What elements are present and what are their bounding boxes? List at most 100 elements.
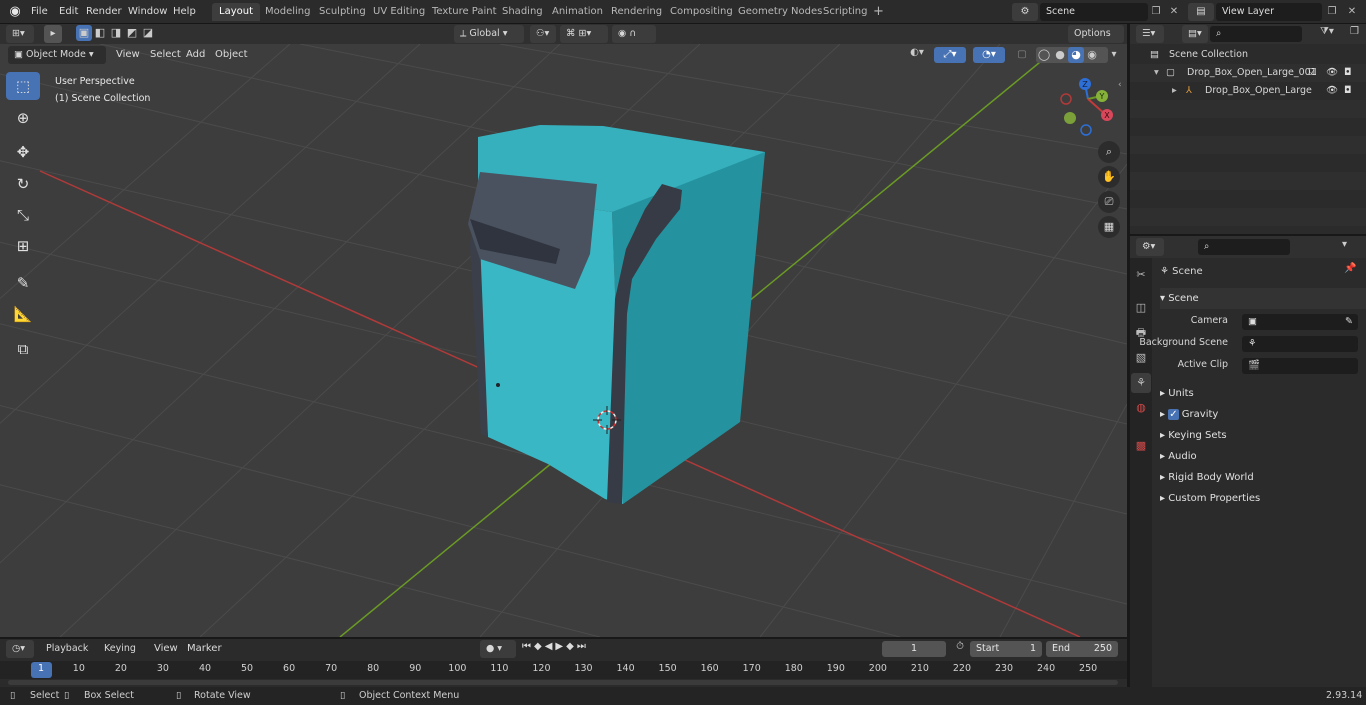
timeline-editor-type-icon[interactable]: ◷▾ [6, 640, 34, 658]
camera-render-icon[interactable]: ◘ [1344, 82, 1352, 100]
delete-view-layer-icon[interactable]: ✕ [1344, 3, 1360, 21]
select-invert-icon[interactable]: ◩ [124, 25, 140, 41]
sidebar-toggle-icon[interactable]: ‹ [1118, 80, 1127, 94]
custom-properties-panel-header[interactable]: ▸ Custom Properties [1160, 488, 1366, 509]
jump-start-icon[interactable]: ⏮ [522, 641, 534, 652]
rotate-tool-icon[interactable]: ↻ [6, 170, 40, 198]
current-frame-field[interactable]: 1 [882, 641, 946, 657]
texture-tab-icon[interactable]: ▩ [1131, 436, 1151, 456]
viewport-menu-view[interactable]: View [110, 44, 146, 66]
world-tab-icon[interactable]: ◍ [1131, 398, 1151, 418]
tab-animation[interactable]: Animation [545, 3, 610, 21]
keying-menu[interactable]: Keying ▾ [98, 640, 146, 672]
blender-logo-icon[interactable]: ◉ [6, 4, 24, 20]
tab-texture-paint[interactable]: Texture Paint [425, 3, 504, 21]
menu-help[interactable]: Help [167, 0, 202, 23]
wireframe-shading-icon[interactable]: ◯ [1036, 47, 1052, 63]
active-clip-field[interactable]: 🎬 [1242, 358, 1358, 374]
scene-selector-icon[interactable]: ⚙ [1012, 3, 1038, 21]
add-workspace-button[interactable]: + [866, 3, 891, 21]
new-scene-icon[interactable]: ❐ [1148, 3, 1164, 21]
pivot-point-icon[interactable]: ⚇▾ [530, 25, 556, 43]
audio-panel-header[interactable]: ▸ Audio [1160, 446, 1366, 467]
play-icon[interactable]: ▶ [555, 641, 566, 652]
viewport-canvas[interactable]: Z Y X [0, 44, 1127, 637]
viewport-menu-object[interactable]: Object [209, 44, 254, 66]
perspective-toggle-icon[interactable]: ▦ [1098, 216, 1120, 238]
exclude-checkbox[interactable]: ☑ [1308, 64, 1317, 82]
pan-hand-icon[interactable]: ✋ [1098, 166, 1120, 188]
eyedropper-icon[interactable]: ✎ [1345, 314, 1353, 330]
outliner-search-input[interactable]: ⌕ [1210, 26, 1302, 42]
timeline-marker-menu[interactable]: Marker [181, 639, 228, 659]
play-reverse-icon[interactable]: ◀ [545, 641, 556, 652]
editor-type-icon[interactable]: ⊞▾ [6, 25, 34, 43]
add-cube-tool-icon[interactable]: ⧉ [6, 335, 40, 363]
new-view-layer-icon[interactable]: ❐ [1324, 3, 1340, 21]
expand-arrow-icon[interactable]: ▾ [1154, 64, 1159, 82]
rendered-shading-icon[interactable]: ◉ [1084, 47, 1100, 63]
timeline-view-menu[interactable]: View [148, 639, 184, 659]
menu-window[interactable]: Window [122, 0, 173, 23]
3d-viewport[interactable]: Z Y X User Perspective (1) Scene Collect… [0, 44, 1127, 637]
display-mode-icon[interactable]: ▤▾ [1182, 25, 1208, 43]
scale-tool-icon[interactable]: ⤡ [6, 201, 40, 229]
proportional-edit-icon[interactable]: ◉ ∩ [612, 25, 656, 43]
visibility-icon[interactable]: ◐▾ [902, 47, 932, 63]
background-scene-field[interactable]: ⚘ [1242, 336, 1358, 352]
viewport-menu-add[interactable]: Add [180, 44, 211, 66]
menu-render[interactable]: Render [80, 0, 128, 23]
snap-icon[interactable]: ⌘ ⊞▾ [560, 25, 608, 43]
select-extend-icon[interactable]: ◧ [92, 25, 108, 41]
properties-options-icon[interactable]: ▾ [1342, 239, 1358, 255]
start-frame-field[interactable]: Start 1 [970, 641, 1042, 657]
playback-menu[interactable]: Playback ▾ [40, 640, 96, 672]
transform-orientation-dropdown[interactable]: ⟂ Global ▾ [454, 25, 524, 43]
preview-range-icon[interactable]: ⏱ [952, 641, 968, 657]
shading-options-icon[interactable]: ▾ [1108, 47, 1120, 63]
select-box-tool-icon[interactable]: ⬚ [6, 72, 40, 100]
new-collection-icon[interactable]: ❐ [1350, 26, 1364, 42]
properties-search-input[interactable]: ⌕ [1198, 239, 1290, 255]
outliner-filter-icon[interactable]: ⧩▾ [1320, 26, 1344, 42]
gizmo-toggle-icon[interactable]: ⤢▾ [934, 47, 966, 63]
gizmo-neg-y-axis[interactable] [1064, 112, 1076, 124]
cursor-tool-icon[interactable]: ⊕ [6, 104, 40, 132]
move-tool-icon[interactable]: ✥ [6, 138, 40, 166]
select-new-icon[interactable]: ▣ [76, 25, 92, 41]
camera-view-icon[interactable]: ⎚ [1098, 191, 1120, 213]
scene-panel-header[interactable]: ▾ Scene [1160, 288, 1366, 309]
scene-tab-icon[interactable]: ⚘ [1131, 373, 1151, 393]
gravity-panel-header[interactable]: ▸ ✓ Gravity [1160, 404, 1366, 425]
measure-tool-icon[interactable]: 📐 [6, 300, 40, 328]
eye-icon[interactable]: 👁 [1326, 82, 1338, 100]
tool-tab-icon[interactable]: ✂ [1131, 265, 1151, 285]
annotate-tool-icon[interactable]: ✎ [6, 269, 40, 297]
prev-keyframe-icon[interactable]: ◆ [534, 641, 545, 652]
eye-icon[interactable]: 👁 [1326, 64, 1338, 82]
next-keyframe-icon[interactable]: ◆ [566, 641, 577, 652]
material-shading-icon[interactable]: ◕ [1068, 47, 1084, 63]
tab-geometry-nodes[interactable]: Geometry Nodes [731, 3, 829, 21]
select-mode-icon[interactable]: ▸ [44, 25, 62, 43]
solid-shading-icon[interactable]: ● [1052, 47, 1068, 63]
scene-name-field[interactable]: Scene [1040, 3, 1148, 21]
outliner-editor-type-icon[interactable]: ☰▾ [1136, 25, 1164, 43]
units-panel-header[interactable]: ▸ Units [1160, 383, 1366, 404]
xray-toggle-icon[interactable]: ▢ [1014, 47, 1030, 63]
properties-editor-type-icon[interactable]: ⚙▾ [1136, 238, 1164, 256]
transform-tool-icon[interactable]: ⊞ [6, 232, 40, 260]
view-layer-selector-icon[interactable]: ▤ [1188, 3, 1214, 21]
options-dropdown[interactable]: Options ▾ [1068, 25, 1124, 57]
menu-file[interactable]: File [25, 0, 54, 23]
outliner-row-object[interactable]: ▸ ⅄ Drop_Box_Open_Large 👁 ◘ [1130, 82, 1366, 100]
rigid-body-world-panel-header[interactable]: ▸ Rigid Body World [1160, 467, 1366, 488]
tab-rendering[interactable]: Rendering [604, 3, 669, 21]
tab-shading[interactable]: Shading [495, 3, 550, 21]
tab-compositing[interactable]: Compositing [663, 3, 740, 21]
gravity-checkbox[interactable]: ✓ [1168, 409, 1179, 420]
expand-arrow-icon[interactable]: ▸ [1172, 82, 1177, 100]
zoom-icon[interactable]: ⌕ [1098, 141, 1120, 163]
overlay-toggle-icon[interactable]: ◔▾ [973, 47, 1005, 63]
object-mode-dropdown[interactable]: ▣ Object Mode ▾ [8, 46, 106, 64]
